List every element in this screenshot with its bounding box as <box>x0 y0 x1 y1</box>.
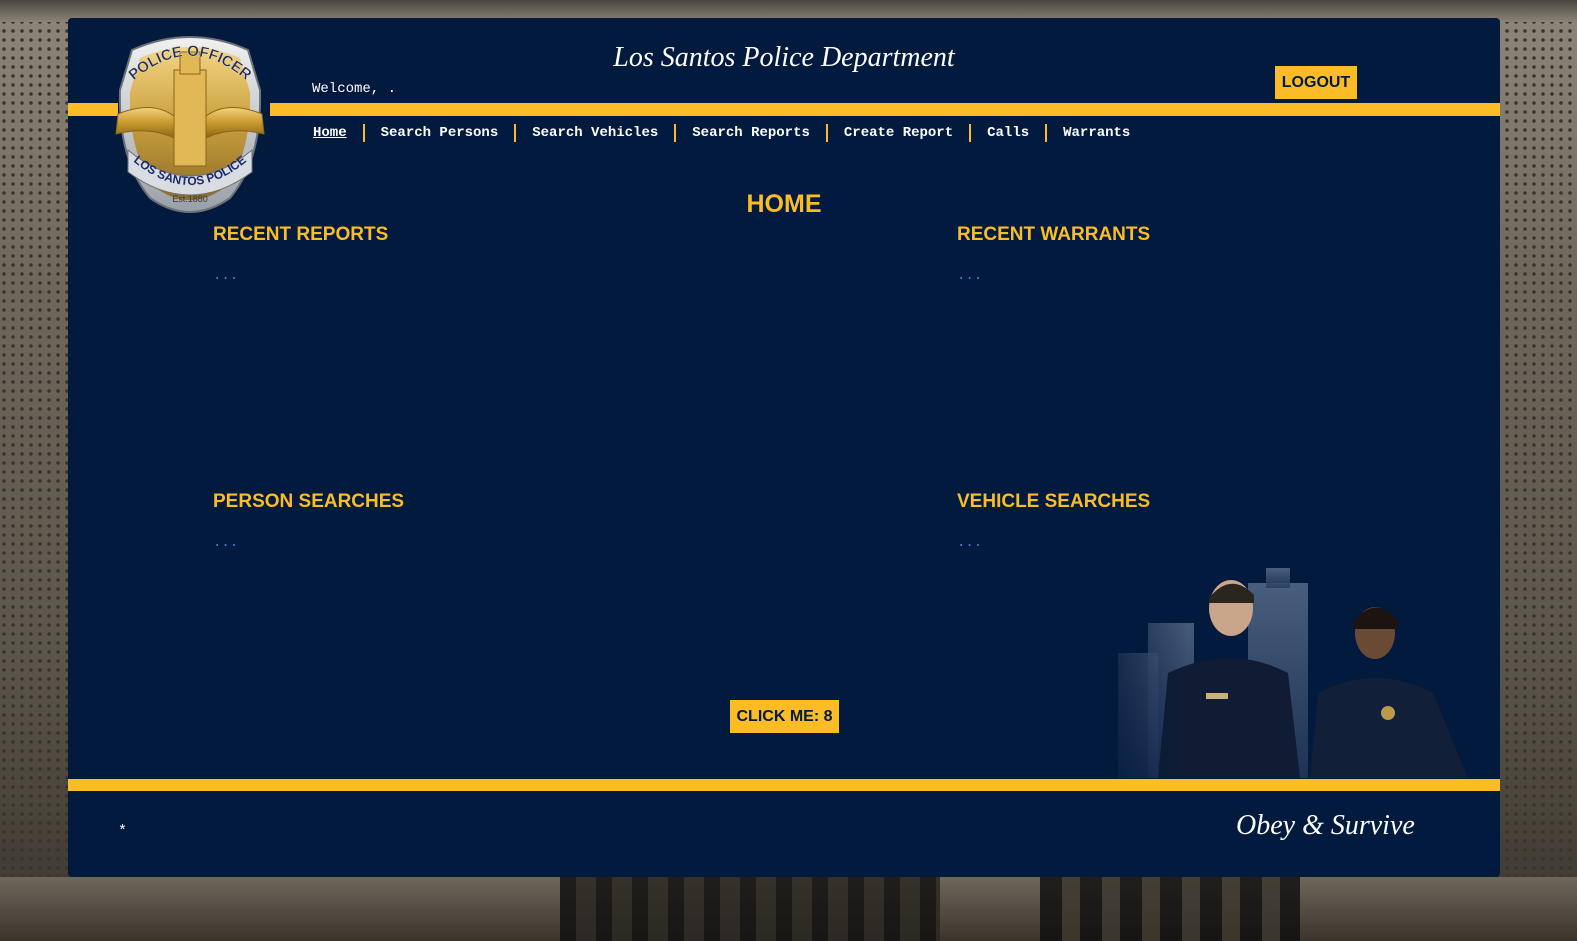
nav-separator <box>674 124 677 142</box>
nav-separator <box>1045 124 1048 142</box>
background-floor <box>0 877 1577 941</box>
click-me-button[interactable]: CLICK ME: 8 <box>730 700 839 733</box>
vehicle-searches-title: VEHICLE SEARCHES <box>957 491 1151 512</box>
nav-calls[interactable]: Calls <box>987 125 1029 141</box>
nav-search-vehicles[interactable]: Search Vehicles <box>532 125 658 141</box>
vehicle-searches-list: ... <box>957 535 983 551</box>
person-searches-list: ... <box>213 535 239 551</box>
page-title: HOME <box>746 190 822 218</box>
nav-separator <box>969 124 972 142</box>
welcome-text: Welcome, . <box>312 81 397 97</box>
footer-motto: Obey & Survive <box>1236 810 1415 841</box>
footer-divider <box>68 779 1500 791</box>
background-chairs <box>560 877 940 941</box>
main-nav: Home Search Persons Search Vehicles Sear… <box>313 124 1130 142</box>
recent-warrants-title: RECENT WARRANTS <box>957 224 1151 245</box>
nav-search-reports[interactable]: Search Reports <box>692 125 810 141</box>
nav-warrants[interactable]: Warrants <box>1063 125 1130 141</box>
mdt-panel: POLICE OFFICER LOS SANTOS POLICE Est.188… <box>68 18 1500 877</box>
nav-separator <box>825 124 828 142</box>
recent-reports-title: RECENT REPORTS <box>213 224 389 245</box>
header-divider-right <box>270 103 1500 116</box>
nav-separator <box>514 124 517 142</box>
nav-separator <box>362 124 365 142</box>
person-searches-title: PERSON SEARCHES <box>213 491 405 512</box>
nav-search-persons[interactable]: Search Persons <box>381 125 499 141</box>
officers-illustration <box>1088 563 1488 778</box>
nav-home[interactable]: Home <box>313 125 347 141</box>
background-chairs-right <box>1040 877 1300 941</box>
recent-reports-list: ... <box>213 268 239 284</box>
nav-create-report[interactable]: Create Report <box>844 125 953 141</box>
logout-button[interactable]: LOGOUT <box>1275 66 1357 99</box>
header-divider-left <box>68 103 118 116</box>
footer-star: * <box>118 823 128 840</box>
recent-warrants-list: ... <box>957 268 983 284</box>
